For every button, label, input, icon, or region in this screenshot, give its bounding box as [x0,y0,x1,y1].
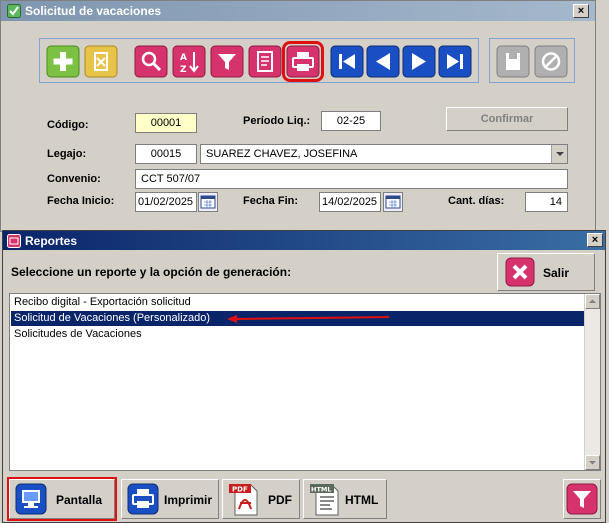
pdf-icon: PDF [229,484,258,516]
calendar-icon [200,195,216,209]
report-icon [248,45,282,78]
reportes-titlebar[interactable]: Reportes × [3,231,605,250]
save-icon [496,45,530,78]
svg-text:HTML: HTML [311,486,331,494]
scroll-up-button[interactable] [585,294,600,309]
pantalla-label: Pantalla [56,493,103,507]
last-record-button[interactable] [438,45,472,78]
calendar-icon [385,195,401,209]
salir-label: Salir [543,266,570,280]
combo-dropdown-button[interactable] [551,145,567,163]
svg-text:Z: Z [180,65,187,75]
report-window-icon [7,234,21,248]
previous-record-button[interactable] [366,45,400,78]
print-icon [127,483,159,515]
solicitud-close-button[interactable]: × [573,4,589,18]
fecha-inicio-calendar-button[interactable] [198,192,218,212]
list-item[interactable]: Recibo digital - Exportación solicitud [11,295,584,310]
fecha-inicio-label: Fecha Inicio: [47,195,115,207]
confirm-button[interactable]: Confirmar [446,107,568,131]
cancel-icon [534,45,568,78]
screen-icon [15,483,47,515]
search-icon [134,45,168,78]
secondary-toolbar [489,38,575,83]
imprimir-button[interactable]: Imprimir [121,479,219,519]
list-item[interactable]: Solicitudes de Vacaciones [11,327,584,342]
desktop: Solicitud de vacaciones × AZ Código: 000… [0,0,609,523]
fecha-fin-field[interactable]: 14/02/2025 [319,192,381,212]
codigo-label: Código: [47,119,89,131]
add-button[interactable] [46,45,80,78]
svg-text:A: A [180,53,187,63]
html-icon: HTML [310,484,339,516]
report-prompt: Seleccione un reporte y la opción de gen… [11,265,292,279]
sort-button[interactable]: AZ [172,45,206,78]
delete-button[interactable] [84,45,118,78]
legajo-field[interactable]: 00015 [135,144,197,164]
prev-icon [366,45,400,78]
chevron-down-icon [589,461,596,465]
convenio-label: Convenio: [47,173,101,185]
first-record-button[interactable] [330,45,364,78]
html-label: HTML [345,493,379,507]
solicitud-titlebar[interactable]: Solicitud de vacaciones × [1,1,595,21]
html-button[interactable]: HTML HTML [303,479,387,519]
sort-icon: AZ [172,45,206,78]
legajo-label: Legajo: [47,148,87,160]
cancel-button[interactable] [534,45,568,78]
legajo-name-value: SUAREZ CHAVEZ, JOSEFINA [206,148,358,160]
last-icon [438,45,472,78]
save-button[interactable] [496,45,530,78]
report-button[interactable] [248,45,282,78]
filter-icon [566,483,598,515]
first-icon [330,45,364,78]
print-button[interactable] [282,41,324,82]
chevron-up-icon [589,299,596,303]
cant-dias-field[interactable]: 14 [525,192,568,212]
report-list[interactable]: Recibo digital - Exportación solicitud S… [9,293,601,471]
list-item-label: Solicitud de Vacaciones (Personalizado) [14,312,211,324]
reportes-close-button[interactable]: × [587,233,603,247]
solicitud-title: Solicitud de vacaciones [25,4,162,18]
periodo-label: Período Liq.: [243,115,311,127]
pdf-label: PDF [268,493,292,507]
convenio-field[interactable]: CCT 507/07 [135,169,568,189]
imprimir-label: Imprimir [164,493,213,507]
next-icon [402,45,436,78]
main-toolbar: AZ [39,38,479,83]
red-arrow-annotation [227,315,390,323]
pantalla-button[interactable]: Pantalla [7,477,117,521]
fecha-fin-label: Fecha Fin: [243,195,299,207]
pdf-button[interactable]: PDF PDF [222,479,300,519]
delete-icon [84,45,118,78]
cant-dias-label: Cant. días: [448,195,505,207]
next-record-button[interactable] [402,45,436,78]
fecha-fin-calendar-button[interactable] [383,192,403,212]
filter-reports-button[interactable] [563,479,601,519]
print-icon [286,45,320,78]
exit-icon [505,257,535,287]
chevron-down-icon [556,152,564,156]
codigo-field[interactable]: 00001 [135,113,197,133]
legajo-name-combo[interactable]: SUAREZ CHAVEZ, JOSEFINA [200,144,568,164]
reportes-window: Reportes × Seleccione un reporte y la op… [2,230,606,523]
filter-icon [210,45,244,78]
filter-button[interactable] [210,45,244,78]
periodo-field[interactable]: 02-25 [321,111,381,131]
fecha-inicio-field[interactable]: 01/02/2025 [135,192,197,212]
svg-text:PDF: PDF [232,486,248,494]
add-icon [46,45,80,78]
reportes-title: Reportes [25,234,78,248]
scroll-down-button[interactable] [585,455,600,470]
check-icon [7,4,21,18]
search-button[interactable] [134,45,168,78]
list-scrollbar[interactable] [584,294,600,470]
list-item-selected[interactable]: Solicitud de Vacaciones (Personalizado) [11,311,584,326]
salir-button[interactable]: Salir [497,253,595,291]
solicitud-window: Solicitud de vacaciones × AZ Código: 000… [0,0,596,232]
